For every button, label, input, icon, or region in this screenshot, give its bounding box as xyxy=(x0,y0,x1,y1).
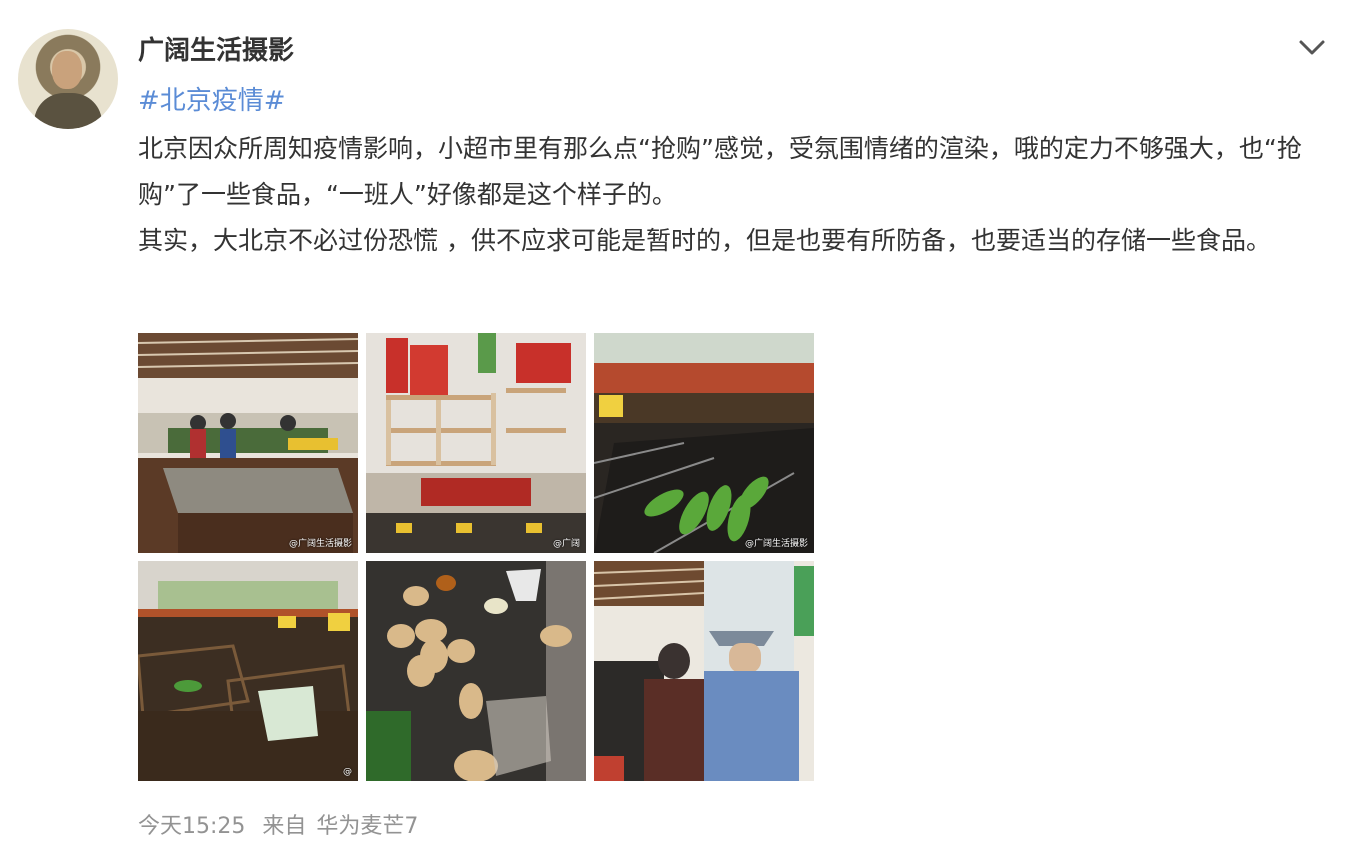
photo-watermark: @广阔生活摄影 xyxy=(744,539,808,549)
post-meta: 今天15:25 来自 华为麦芒7 xyxy=(138,808,428,840)
photo-thumbnail[interactable] xyxy=(594,561,814,781)
photo-watermark: @ xyxy=(343,767,352,777)
photo-watermark: @广阔生活摄影 xyxy=(288,539,352,549)
post-paragraph: 其实，大北京不必过份恐慌 ，供不应求可能是暂时的，但是也要有所防备，也要适当的存… xyxy=(138,226,1271,255)
photo-grid: @广阔生活摄影 @广阔 @广阔生活摄影 @ xyxy=(138,333,814,781)
post-body: 北京因众所周知疫情影响，小超市里有那么点“抢购”感觉，受氛围情绪的渲染，哦的定力… xyxy=(138,126,1328,264)
photo-thumbnail[interactable]: @广阔生活摄影 xyxy=(138,333,358,553)
post-time[interactable]: 今天15:25 xyxy=(138,814,245,839)
avatar-body xyxy=(34,93,102,129)
avatar-face xyxy=(52,51,82,89)
photo-thumbnail[interactable]: @广阔生活摄影 xyxy=(594,333,814,553)
hashtag-link[interactable]: #北京疫情# xyxy=(138,80,286,117)
photo-thumbnail[interactable]: @ xyxy=(138,561,358,781)
photo-watermark: @广阔 xyxy=(552,539,580,549)
author-avatar[interactable] xyxy=(18,29,118,129)
post-paragraph: 北京因众所周知疫情影响，小超市里有那么点“抢购”感觉，受氛围情绪的渲染，哦的定力… xyxy=(138,134,1302,209)
post-menu-button[interactable] xyxy=(1296,34,1328,60)
author-name[interactable]: 广阔生活摄影 xyxy=(138,30,294,67)
post-source-label: 来自 xyxy=(262,814,307,839)
post-source-device[interactable]: 华为麦芒7 xyxy=(316,814,418,839)
chevron-down-icon xyxy=(1299,40,1325,55)
photo-thumbnail[interactable] xyxy=(366,561,586,781)
photo-thumbnail[interactable]: @广阔 xyxy=(366,333,586,553)
